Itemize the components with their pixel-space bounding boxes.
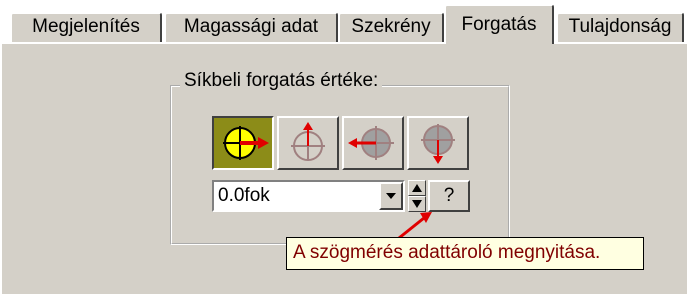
tooltip: A szögmérés adattároló megnyitása.	[286, 237, 644, 270]
chevron-down-icon	[386, 193, 396, 199]
triangle-down-icon	[412, 200, 422, 208]
rotate-up-icon	[291, 122, 325, 161]
tab-tulajdonsag[interactable]: Tulajdonság	[556, 12, 684, 42]
angle-value: 0.0fok	[218, 185, 270, 206]
rotate-down-icon	[421, 124, 455, 164]
tab-strip: Megjelenítés Magassági adat Szekrény For…	[0, 0, 687, 44]
angle-spinner[interactable]	[408, 180, 426, 212]
group-label: Síkbeli forgatás értéke:	[180, 70, 383, 92]
help-button[interactable]: ?	[428, 180, 470, 212]
tab-szekreny[interactable]: Szekrény	[338, 12, 444, 42]
rotate-left-icon	[348, 126, 394, 160]
spin-up-button[interactable]	[408, 180, 426, 196]
rotate-up-button[interactable]	[277, 116, 339, 170]
rotate-right-button[interactable]	[212, 116, 274, 170]
rotate-right-icon	[223, 126, 269, 160]
rotate-down-button[interactable]	[407, 116, 469, 170]
rotate-left-button[interactable]	[342, 116, 404, 170]
angle-combobox[interactable]: 0.0fok	[212, 180, 405, 212]
combo-dropdown-button[interactable]	[379, 182, 403, 210]
tab-megjelenites[interactable]: Megjelenítés	[10, 12, 162, 42]
tab-forgatas[interactable]: Forgatás	[444, 4, 554, 44]
tab-magassagi-adat[interactable]: Magassági adat	[164, 12, 338, 42]
triangle-up-icon	[412, 184, 422, 192]
